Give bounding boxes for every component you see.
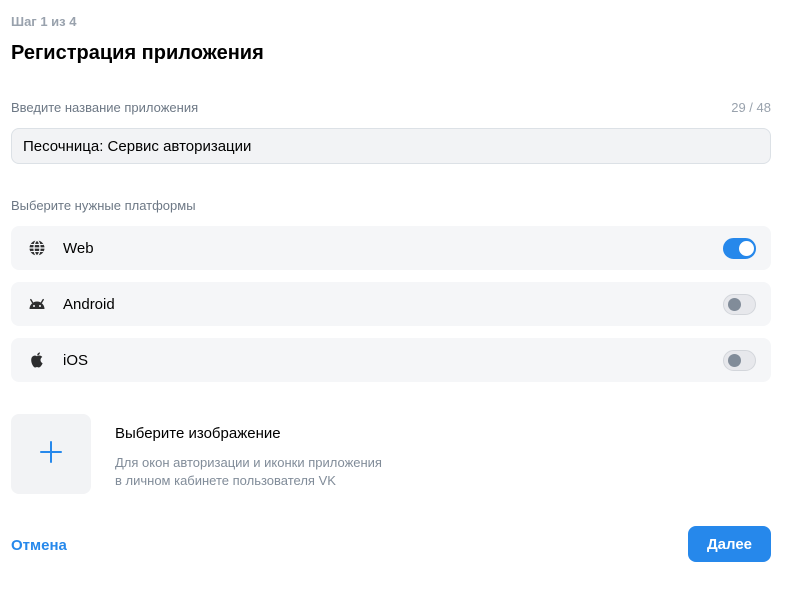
platforms-label: Выберите нужные платформы [11,198,196,213]
app-name-label: Введите название приложения [11,100,199,115]
step-indicator: Шаг 1 из 4 [11,14,77,29]
ios-toggle[interactable] [723,350,756,371]
android-toggle[interactable] [723,294,756,315]
next-button[interactable]: Далее [688,526,771,562]
platform-name: Android [63,296,115,313]
platform-row-ios[interactable]: iOS [11,338,771,382]
platform-name: Web [63,240,94,257]
description-line: Для окон авторизации и иконки приложения [115,455,382,470]
globe-icon [27,238,47,258]
toggle-knob [728,298,741,311]
description-line: в личном кабинете пользователя VK [115,473,336,488]
cancel-button[interactable]: Отмена [11,537,67,554]
image-upload-button[interactable] [11,414,91,494]
app-name-input[interactable] [11,128,771,164]
app-registration-form: Шаг 1 из 4 Регистрация приложения Введит… [0,0,792,589]
platform-row-web[interactable]: Web [11,226,771,270]
platform-name: iOS [63,352,89,369]
char-counter: 29 / 48 [731,100,771,115]
toggle-knob [739,241,754,256]
toggle-knob [728,354,741,367]
plus-icon [40,440,62,468]
android-icon [27,294,47,314]
apple-icon [27,350,47,370]
platform-row-android[interactable]: Android [11,282,771,326]
web-toggle[interactable] [723,238,756,259]
image-upload-title: Выберите изображение [115,425,281,442]
image-upload-description: Для окон авторизации и иконки приложения… [115,454,415,490]
page-title: Регистрация приложения [11,42,264,64]
